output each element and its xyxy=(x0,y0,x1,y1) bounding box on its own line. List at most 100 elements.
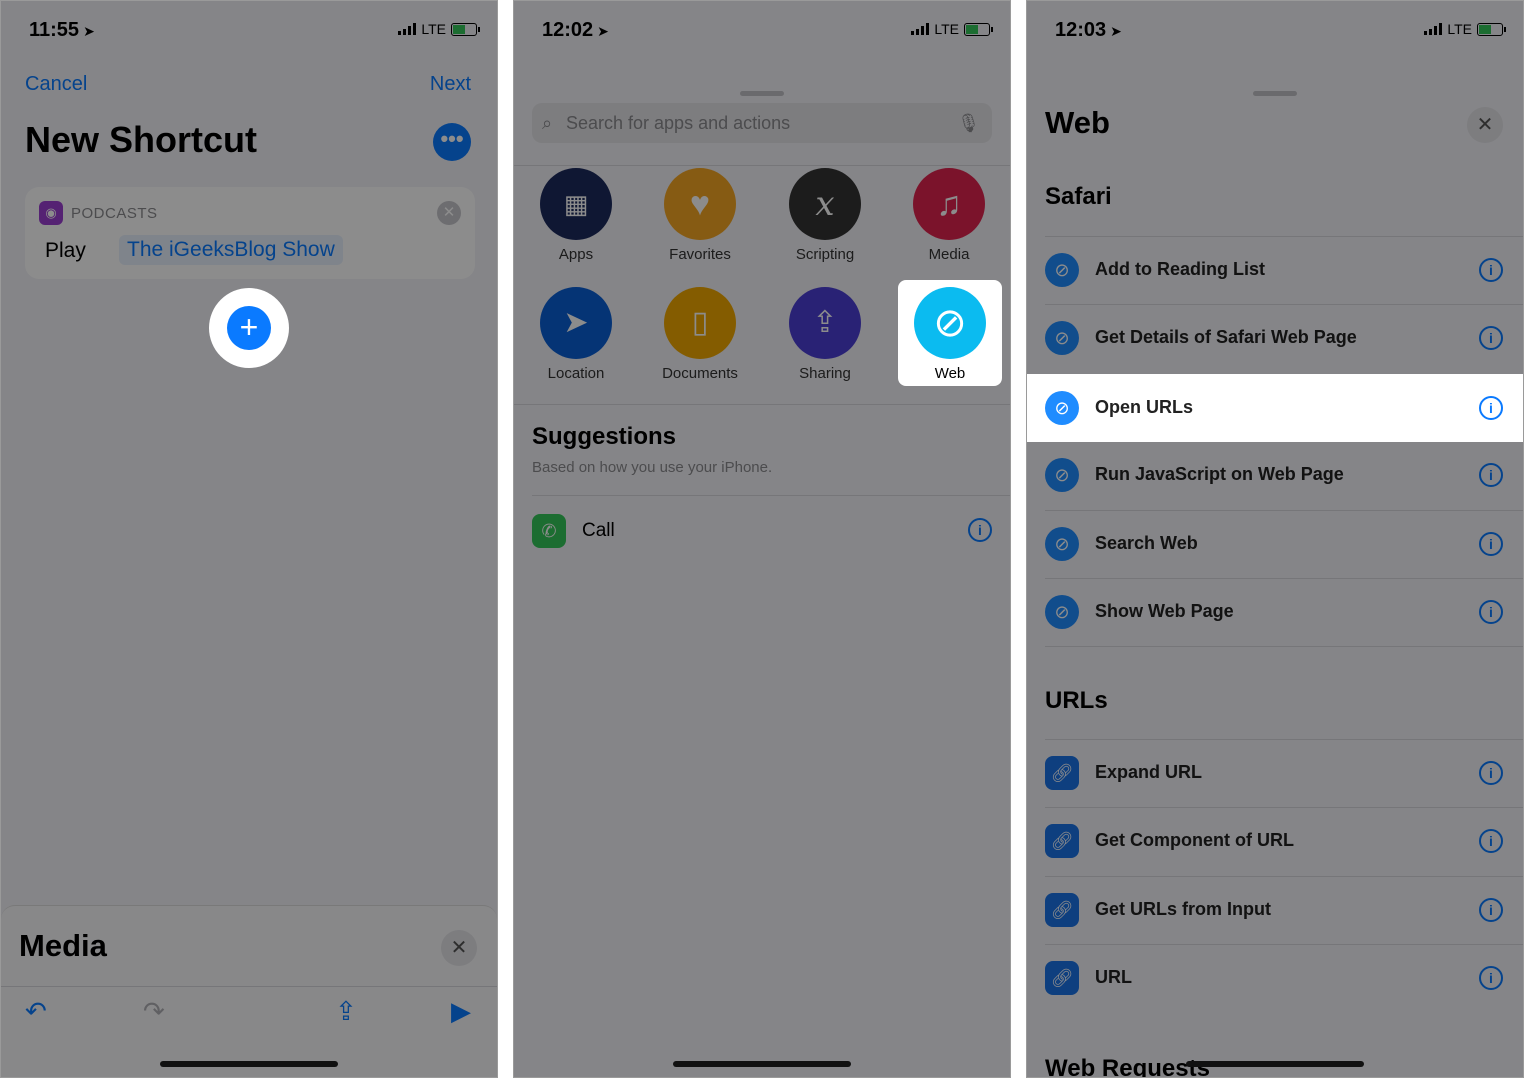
close-icon[interactable]: ✕ xyxy=(1467,107,1503,143)
network-label: LTE xyxy=(1447,21,1472,37)
add-action-highlight: + xyxy=(209,288,289,368)
action-row[interactable]: ⊘ Get Details of Safari Web Page i xyxy=(1027,304,1523,372)
search-input[interactable]: ⌕ Search for apps and actions 🎙︎ xyxy=(532,103,992,143)
category-favorites[interactable]: ♥ Favorites xyxy=(650,168,750,263)
phone-icon: ✆ xyxy=(532,514,566,548)
category-apps[interactable]: ▦ Apps xyxy=(526,168,626,263)
info-icon[interactable]: i xyxy=(1479,966,1503,990)
category-label: Favorites xyxy=(669,246,731,263)
share-icon: ⇪ xyxy=(789,287,861,359)
row-divider xyxy=(1045,739,1523,740)
undo-icon[interactable]: ↶ xyxy=(25,996,47,1027)
search-placeholder: Search for apps and actions xyxy=(566,113,791,133)
toolbar-divider xyxy=(1,986,497,987)
row-divider xyxy=(1045,646,1523,647)
category-web[interactable]: ⊘ Web xyxy=(898,280,1002,386)
row-divider xyxy=(1045,578,1523,579)
section-header-safari: Safari xyxy=(1045,183,1112,210)
action-row[interactable]: 🔗︎ Get Component of URL i xyxy=(1027,807,1523,875)
podcast-action-card[interactable]: ◉ PODCASTS ✕ Play The iGeeksBlog Show xyxy=(25,187,475,279)
suggestions-title: Suggestions xyxy=(532,423,677,450)
category-documents[interactable]: ▯ Documents xyxy=(650,287,750,382)
scripting-x-icon: x xyxy=(789,168,861,240)
info-icon[interactable]: i xyxy=(1479,600,1503,624)
category-media[interactable]: ♫ Media xyxy=(899,168,999,263)
category-location[interactable]: ➤ Location xyxy=(526,287,626,382)
safari-compass-icon: ⊘ xyxy=(1045,458,1079,492)
status-indicators: LTE xyxy=(911,21,993,37)
action-label: Run JavaScript on Web Page xyxy=(1095,464,1344,484)
category-label: Documents xyxy=(662,365,738,382)
redo-icon[interactable]: ↷ xyxy=(143,996,165,1027)
close-icon[interactable]: ✕ xyxy=(441,930,477,966)
more-options-icon[interactable]: ••• xyxy=(433,123,471,161)
safari-compass-icon: ⊘ xyxy=(1045,321,1079,355)
link-icon: 🔗︎ xyxy=(1045,961,1079,995)
action-label: Expand URL xyxy=(1095,762,1203,782)
category-label: Web xyxy=(934,365,966,382)
info-icon[interactable]: i xyxy=(1479,829,1503,853)
heart-icon: ♥ xyxy=(664,168,736,240)
info-icon[interactable]: i xyxy=(1479,761,1503,785)
run-shortcut-icon[interactable]: ▶ xyxy=(451,996,471,1027)
action-row-open-urls[interactable]: ⊘ Open URLs i xyxy=(1027,374,1523,442)
document-icon: ▯ xyxy=(664,287,736,359)
info-icon[interactable]: i xyxy=(1479,326,1503,350)
location-arrow-icon: ➤ xyxy=(540,287,612,359)
web-actions-sheet: Web ✕ Safari ⊘ Add to Reading List i ⊘ G… xyxy=(1027,83,1523,1077)
section-header-web-requests: Web Requests xyxy=(1045,1055,1210,1078)
suggestion-item-call[interactable]: ✆ Call i xyxy=(532,495,1010,565)
row-divider xyxy=(1045,944,1523,945)
category-sharing[interactable]: ⇪ Sharing xyxy=(775,287,875,382)
status-indicators: LTE xyxy=(1424,21,1506,37)
action-row[interactable]: ⊘ Show Web Page i xyxy=(1027,578,1523,646)
info-icon[interactable]: i xyxy=(1479,898,1503,922)
row-divider xyxy=(1045,807,1523,808)
action-row[interactable]: ⊘ Search Web i xyxy=(1027,510,1523,578)
row-divider xyxy=(1045,510,1523,511)
action-label: Get Component of URL xyxy=(1095,830,1294,850)
action-row[interactable]: 🔗︎ Expand URL i xyxy=(1027,739,1523,807)
action-label: Get Details of Safari Web Page xyxy=(1095,327,1357,347)
action-row[interactable]: 🔗︎ URL i xyxy=(1027,944,1523,1012)
home-indicator xyxy=(160,1061,338,1067)
add-action-button[interactable]: + xyxy=(227,306,271,350)
info-icon[interactable]: i xyxy=(1479,396,1503,420)
info-icon[interactable]: i xyxy=(1479,258,1503,282)
music-note-icon: ♫ xyxy=(913,168,985,240)
next-button[interactable]: Next xyxy=(430,73,471,96)
action-parameter-token[interactable]: The iGeeksBlog Show xyxy=(119,235,343,265)
safari-compass-icon: ⊘ xyxy=(1045,391,1079,425)
action-picker-sheet: ⌕ Search for apps and actions 🎙︎ ▦ Apps … xyxy=(514,83,1010,1077)
action-label: Get URLs from Input xyxy=(1095,899,1271,919)
action-row[interactable]: ⊘ Add to Reading List i xyxy=(1027,236,1523,304)
status-bar: 11:55 ➤ LTE xyxy=(1,1,497,61)
info-icon[interactable]: i xyxy=(968,518,992,542)
category-scripting[interactable]: x Scripting xyxy=(775,168,875,263)
info-icon[interactable]: i xyxy=(1479,532,1503,556)
podcasts-icon: ◉ xyxy=(39,201,63,225)
search-icon: ⌕ xyxy=(542,113,553,133)
row-divider xyxy=(1045,876,1523,877)
action-row[interactable]: ⊘ Run JavaScript on Web Page i xyxy=(1027,441,1523,509)
microphone-icon[interactable]: 🎙︎ xyxy=(957,103,980,143)
cancel-button[interactable]: Cancel xyxy=(25,73,87,96)
page-title: New Shortcut xyxy=(25,119,258,160)
battery-icon xyxy=(964,22,993,36)
remove-action-icon[interactable]: ✕ xyxy=(437,201,461,225)
action-label: URL xyxy=(1095,967,1132,987)
category-label: Media xyxy=(928,246,970,263)
sheet-grabber[interactable] xyxy=(1253,91,1297,96)
info-icon[interactable]: i xyxy=(1479,463,1503,487)
battery-icon xyxy=(451,22,480,36)
sheet-grabber[interactable] xyxy=(740,91,784,96)
section-header-urls: URLs xyxy=(1045,687,1108,714)
status-time: 12:02 ➤ xyxy=(542,19,609,41)
safari-compass-icon: ⊘ xyxy=(1045,595,1079,629)
action-row[interactable]: 🔗︎ Get URLs from Input i xyxy=(1027,876,1523,944)
section-end-divider xyxy=(1027,646,1523,647)
action-label: Search Web xyxy=(1095,533,1198,553)
share-icon[interactable]: ⇪ xyxy=(335,996,357,1027)
suggestions-subtitle: Based on how you use your iPhone. xyxy=(532,459,773,476)
phone-panel-1: 11:55 ➤ LTE Cancel Next New Shortcut ••• … xyxy=(0,0,498,1078)
